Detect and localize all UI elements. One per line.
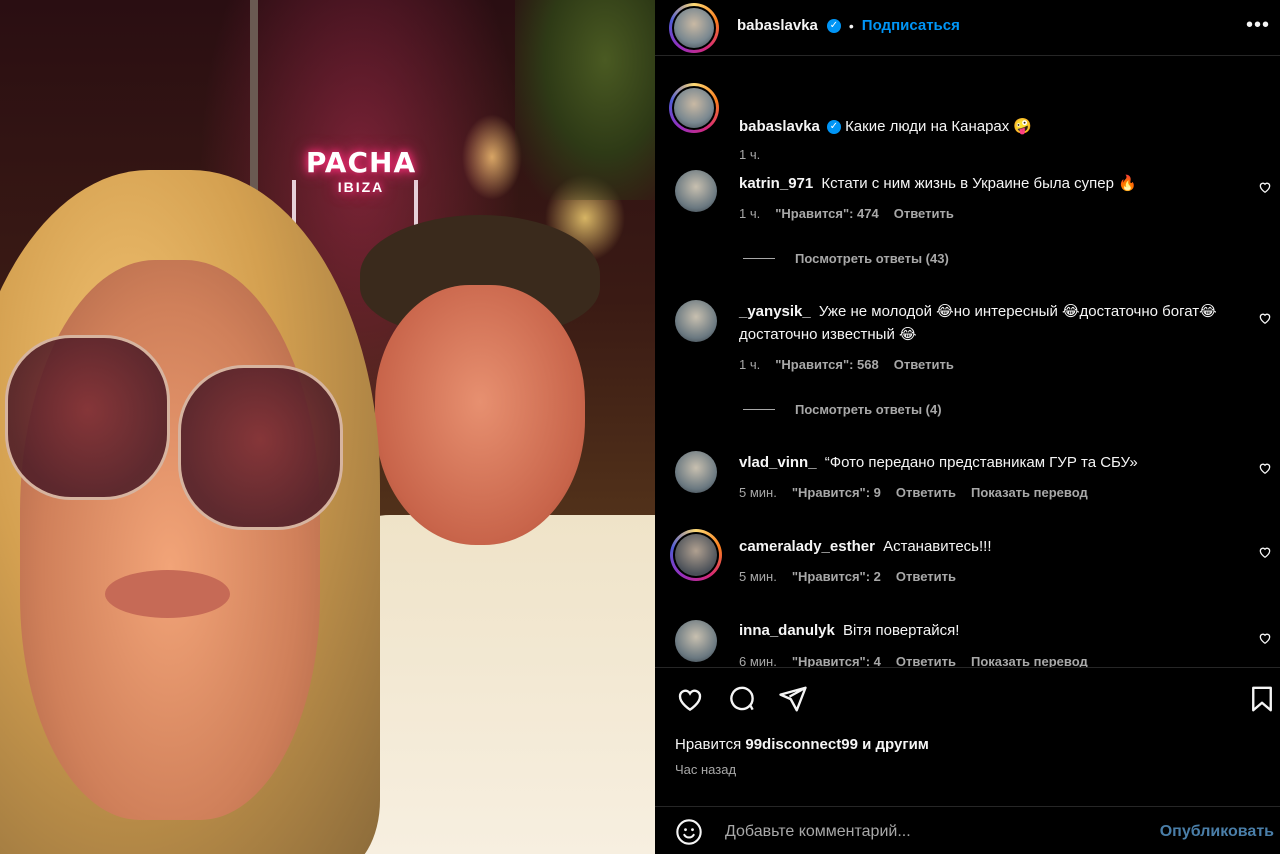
replies-line [743,409,775,410]
publish-button[interactable]: Опубликовать [1160,823,1274,841]
author-avatar[interactable] [669,3,719,53]
comment-input[interactable] [725,821,1145,843]
post-header: babaslavka ✓ • Подписаться ••• [655,0,1280,56]
likes-prefix: Нравится [675,736,742,753]
comment-like-heart-icon[interactable] [1258,461,1272,475]
woman-figure [0,150,400,854]
comment-meta: 5 мин. "Нравится": 2 Ответить [739,569,956,584]
view-replies-label[interactable]: Посмотреть ответы (43) [795,251,949,266]
heart-icon[interactable] [675,684,705,714]
comment-username[interactable]: vlad_vinn_ [739,454,817,471]
comment-likes[interactable]: "Нравится": 9 [792,485,881,500]
view-replies-label[interactable]: Посмотреть ответы (4) [795,402,942,417]
comment-meta: 1 ч. "Нравится": 474 Ответить [739,206,954,221]
comment-text-row: inna_danulyk Вітя повертайся! [739,619,1249,642]
man-face [375,285,585,545]
comment-text: Вітя повертайся! [843,622,960,639]
comment-time: 1 ч. [739,206,761,221]
comment-time: 6 мин. [739,654,777,667]
comment-text: Астанавитесь!!! [883,538,992,555]
caption-text: Какие люди на Канарах 🤪 [845,118,1033,135]
verified-badge-icon: ✓ [826,18,841,33]
reply-button[interactable]: Ответить [894,206,954,221]
comment-likes[interactable]: "Нравится": 2 [792,569,881,584]
reply-button[interactable]: Ответить [896,569,956,584]
comment-like-heart-icon[interactable] [1258,311,1272,325]
comment-avatar[interactable] [675,451,717,493]
caption-time: 1 ч. [739,147,761,162]
comment-username[interactable]: inna_danulyk [739,622,835,639]
comment-text-row: vlad_vinn_ “Фото передано представникам … [739,451,1249,474]
caption-meta: 1 ч. [739,147,760,162]
comment-avatar[interactable] [675,300,717,342]
reply-button[interactable]: Ответить [894,357,954,372]
comment-username[interactable]: _yanysik_ [739,303,811,320]
bookmark-icon[interactable] [1247,684,1277,714]
sunglasses-left-lens [5,335,170,500]
view-replies-button[interactable]: Посмотреть ответы (43) [743,251,949,266]
author-title-row: babaslavka ✓ • Подписаться [737,17,960,34]
comment-text-row: _yanysik_ Уже не молодой 😂но интересный … [739,300,1249,346]
comment-composer: Опубликовать [655,806,1280,854]
likes-summary: Нравится 99disconnect99 и другим [675,736,929,753]
comment-avatar[interactable] [675,170,717,212]
comment-meta: 5 мин. "Нравится": 9 Ответить Показать п… [739,485,1088,500]
reply-button[interactable]: Ответить [896,654,956,667]
post-panel: babaslavka ✓ • Подписаться ••• babaslavk… [655,0,1280,854]
replies-line [743,258,775,259]
comment-avatar[interactable] [670,529,722,581]
comment-likes[interactable]: "Нравится": 568 [775,357,879,372]
emoji-icon[interactable] [675,818,703,846]
comment-icon[interactable] [727,684,757,714]
comment-time: 1 ч. [739,357,761,372]
comment-meta: 6 мин. "Нравится": 4 Ответить Показать п… [739,654,1088,667]
comment-text: Кстати с ним жизнь в Украине была супер … [821,175,1137,192]
likes-suffix[interactable]: и другим [862,736,929,753]
follow-button[interactable]: Подписаться [862,17,960,34]
comment-like-heart-icon[interactable] [1258,545,1272,559]
comment-likes[interactable]: "Нравится": 474 [775,206,879,221]
comment-like-heart-icon[interactable] [1258,631,1272,645]
share-icon[interactable] [778,684,808,714]
caption-username[interactable]: babaslavka [739,118,820,135]
translate-button[interactable]: Показать перевод [971,654,1088,667]
comment-meta: 1 ч. "Нравится": 568 Ответить [739,357,954,372]
comment-avatar[interactable] [675,620,717,662]
comment-username[interactable]: katrin_971 [739,175,813,192]
comment-likes[interactable]: "Нравится": 4 [792,654,881,667]
woman-lips [105,570,230,618]
post-time: Час назад [675,762,737,777]
comment-username[interactable]: cameralady_esther [739,538,875,555]
comment-like-heart-icon[interactable] [1258,180,1272,194]
post-photo: PACHA IBIZA [0,0,655,854]
translate-button[interactable]: Показать перевод [971,485,1088,500]
comment-text: “Фото передано представникам ГУР та СБУ» [824,454,1138,471]
separator-dot: • [848,17,854,34]
likes-user[interactable]: 99disconnect99 [745,736,858,753]
comment-text-row: cameralady_esther Астанавитесь!!! [739,535,1249,558]
caption-text-row: babaslavka ✓ Какие люди на Канарах 🤪 [739,115,1249,138]
reply-button[interactable]: Ответить [896,485,956,500]
comment-time: 5 мин. [739,569,777,584]
verified-badge-icon: ✓ [826,120,841,135]
caption-avatar[interactable] [669,83,719,133]
sunglasses-right-lens [178,365,343,530]
comments-list[interactable]: babaslavka ✓ Какие люди на Канарах 🤪 1 ч.… [655,57,1280,667]
comment-text-row: katrin_971 Кстати с ним жизнь в Украине … [739,172,1249,195]
comment-time: 5 мин. [739,485,777,500]
post-actions [655,667,1280,727]
more-options-icon[interactable]: ••• [1246,14,1270,37]
tree [515,0,655,200]
author-username[interactable]: babaslavka [737,17,818,34]
view-replies-button[interactable]: Посмотреть ответы (4) [743,402,942,417]
